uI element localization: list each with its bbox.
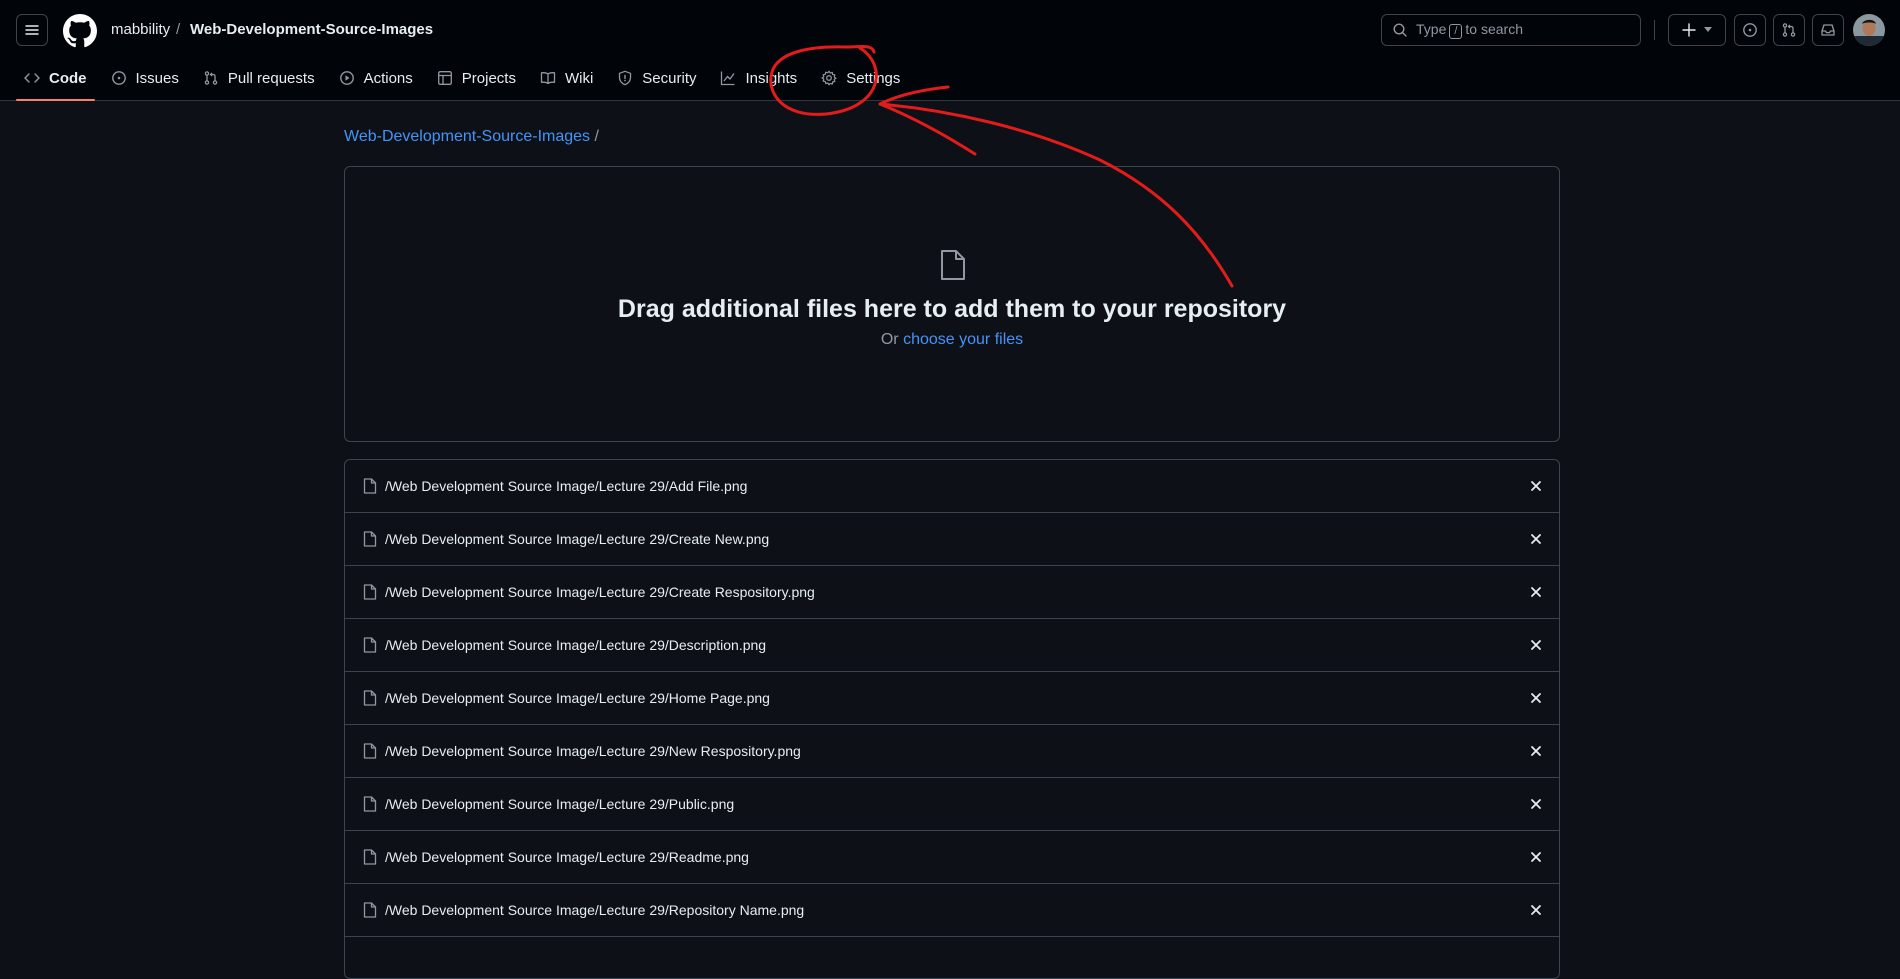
tab-label: Issues: [135, 69, 179, 87]
remove-file-icon[interactable]: [1529, 797, 1543, 811]
search-shortcut-key: /: [1449, 24, 1463, 39]
tab-security[interactable]: Security: [609, 62, 704, 94]
remove-file-icon[interactable]: [1529, 585, 1543, 599]
remove-file-icon[interactable]: [1529, 638, 1543, 652]
tab-label: Code: [49, 69, 87, 87]
file-path: /Web Development Source Image/Lecture 29…: [385, 849, 749, 865]
list-item: /Web Development Source Image/Lecture 29…: [345, 672, 1559, 725]
graph-icon: [721, 71, 736, 86]
dropzone-title: Drag additional files here to add them t…: [617, 295, 1287, 323]
file-path: /Web Development Source Image/Lecture 29…: [385, 690, 770, 706]
tab-label: Projects: [461, 69, 516, 87]
tab-label: Insights: [745, 69, 798, 87]
search-suffix: to search: [1465, 21, 1524, 37]
remove-file-icon[interactable]: [1529, 691, 1543, 705]
issue-icon: [111, 71, 126, 85]
table-icon: [437, 71, 452, 85]
search-icon: [1393, 23, 1407, 37]
triangle-down-icon: [1704, 27, 1712, 32]
remove-file-icon[interactable]: [1529, 903, 1543, 917]
file-path: /Web Development Source Image/Lecture 29…: [385, 531, 770, 547]
tab-label: Security: [642, 69, 697, 87]
list-item: /Web Development Source Image/Lecture 29…: [345, 725, 1559, 778]
inbox-icon: [1821, 24, 1835, 36]
crumb-separator: /: [176, 21, 181, 38]
dropzone-or-text: Or: [880, 331, 899, 348]
file-icon: [363, 902, 377, 918]
choose-files-link[interactable]: choose your files: [903, 331, 1023, 348]
breadcrumb-repo-link[interactable]: Web-Development-Source-Images: [344, 128, 590, 145]
tab-issues[interactable]: Issues: [103, 62, 187, 94]
file-icon: [363, 796, 377, 812]
remove-file-icon[interactable]: [1529, 479, 1543, 493]
tab-code[interactable]: Code: [16, 62, 95, 101]
gear-icon: [821, 70, 837, 86]
file-dropzone[interactable]: Drag additional files here to add them t…: [344, 166, 1560, 442]
create-new-button[interactable]: [1668, 14, 1726, 46]
list-item: /Web Development Source Image/Lecture 29…: [345, 460, 1559, 513]
search-input[interactable]: Type / to search: [1381, 14, 1641, 46]
tab-label: Actions: [363, 69, 413, 87]
remove-file-icon[interactable]: [1529, 744, 1543, 758]
tab-insights[interactable]: Insights: [712, 62, 805, 94]
repo-nav-tabs: Code Issues Pull requests Actions Projec…: [16, 62, 916, 101]
search-prefix: Type: [1416, 21, 1447, 37]
file-path: /Web Development Source Image/Lecture 29…: [385, 478, 748, 494]
tab-label: Settings: [846, 69, 901, 87]
breadcrumb-separator: /: [594, 128, 599, 145]
file-path: /Web Development Source Image/Lecture 29…: [385, 902, 805, 918]
dropzone-subtitle: Or choose your files: [345, 331, 1559, 349]
file-path: /Web Development Source Image/Lecture 29…: [385, 637, 767, 653]
file-path: /Web Development Source Image/Lecture 29…: [385, 743, 801, 759]
inbox-button[interactable]: [1812, 14, 1844, 46]
list-item: /Web Development Source Image/Lecture 29…: [345, 831, 1559, 884]
remove-file-icon[interactable]: [1529, 532, 1543, 546]
file-icon: [363, 584, 377, 600]
list-item: /Web Development Source Image/Lecture 29…: [345, 778, 1559, 831]
tab-actions[interactable]: Actions: [331, 62, 421, 94]
file-path: /Web Development Source Image/Lecture 29…: [385, 796, 735, 812]
code-icon: [24, 73, 40, 83]
breadcrumb: Web-Development-Source-Images /: [344, 128, 599, 146]
list-item: /Web Development Source Image/Lecture 29…: [345, 884, 1559, 937]
file-icon: [363, 531, 377, 547]
file-path: /Web Development Source Image/Lecture 29…: [385, 584, 815, 600]
pull-requests-button[interactable]: [1773, 14, 1805, 46]
list-item: /Web Development Source Image/Lecture 29…: [345, 619, 1559, 672]
tab-settings[interactable]: Settings: [813, 62, 908, 94]
plus-icon: [1682, 23, 1696, 37]
file-icon: [363, 849, 377, 865]
pull-request-icon: [1782, 23, 1796, 37]
github-logo-icon[interactable]: [63, 14, 97, 48]
tab-label: Pull requests: [227, 69, 315, 87]
remove-file-icon[interactable]: [1529, 850, 1543, 864]
shield-icon: [619, 70, 632, 86]
file-icon: [363, 690, 377, 706]
repo-link[interactable]: Web-Development-Source-Images: [190, 21, 433, 38]
file-icon: [941, 250, 965, 280]
menu-button[interactable]: [16, 14, 48, 46]
repo-header: mabbility / Web-Development-Source-Image…: [0, 0, 1900, 101]
header-divider: [1654, 20, 1655, 40]
tab-wiki[interactable]: Wiki: [532, 62, 601, 94]
file-icon: [363, 743, 377, 759]
play-icon: [339, 71, 354, 85]
hamburger-icon: [25, 25, 39, 35]
file-icon: [363, 637, 377, 653]
file-icon: [363, 478, 377, 494]
book-icon: [540, 72, 556, 85]
tab-projects[interactable]: Projects: [429, 62, 524, 94]
issues-button[interactable]: [1734, 14, 1766, 46]
user-avatar[interactable]: [1853, 14, 1885, 46]
owner-link[interactable]: mabbility: [111, 21, 170, 38]
upload-file-list: /Web Development Source Image/Lecture 29…: [344, 459, 1560, 979]
list-item: /Web Development Source Image/Lecture 29…: [345, 566, 1559, 619]
tab-label: Wiki: [564, 69, 594, 87]
issue-opened-icon: [1743, 23, 1757, 37]
pull-request-icon: [204, 71, 218, 85]
list-item: /Web Development Source Image/Lecture 29…: [345, 513, 1559, 566]
tab-pull-requests[interactable]: Pull requests: [195, 62, 323, 94]
